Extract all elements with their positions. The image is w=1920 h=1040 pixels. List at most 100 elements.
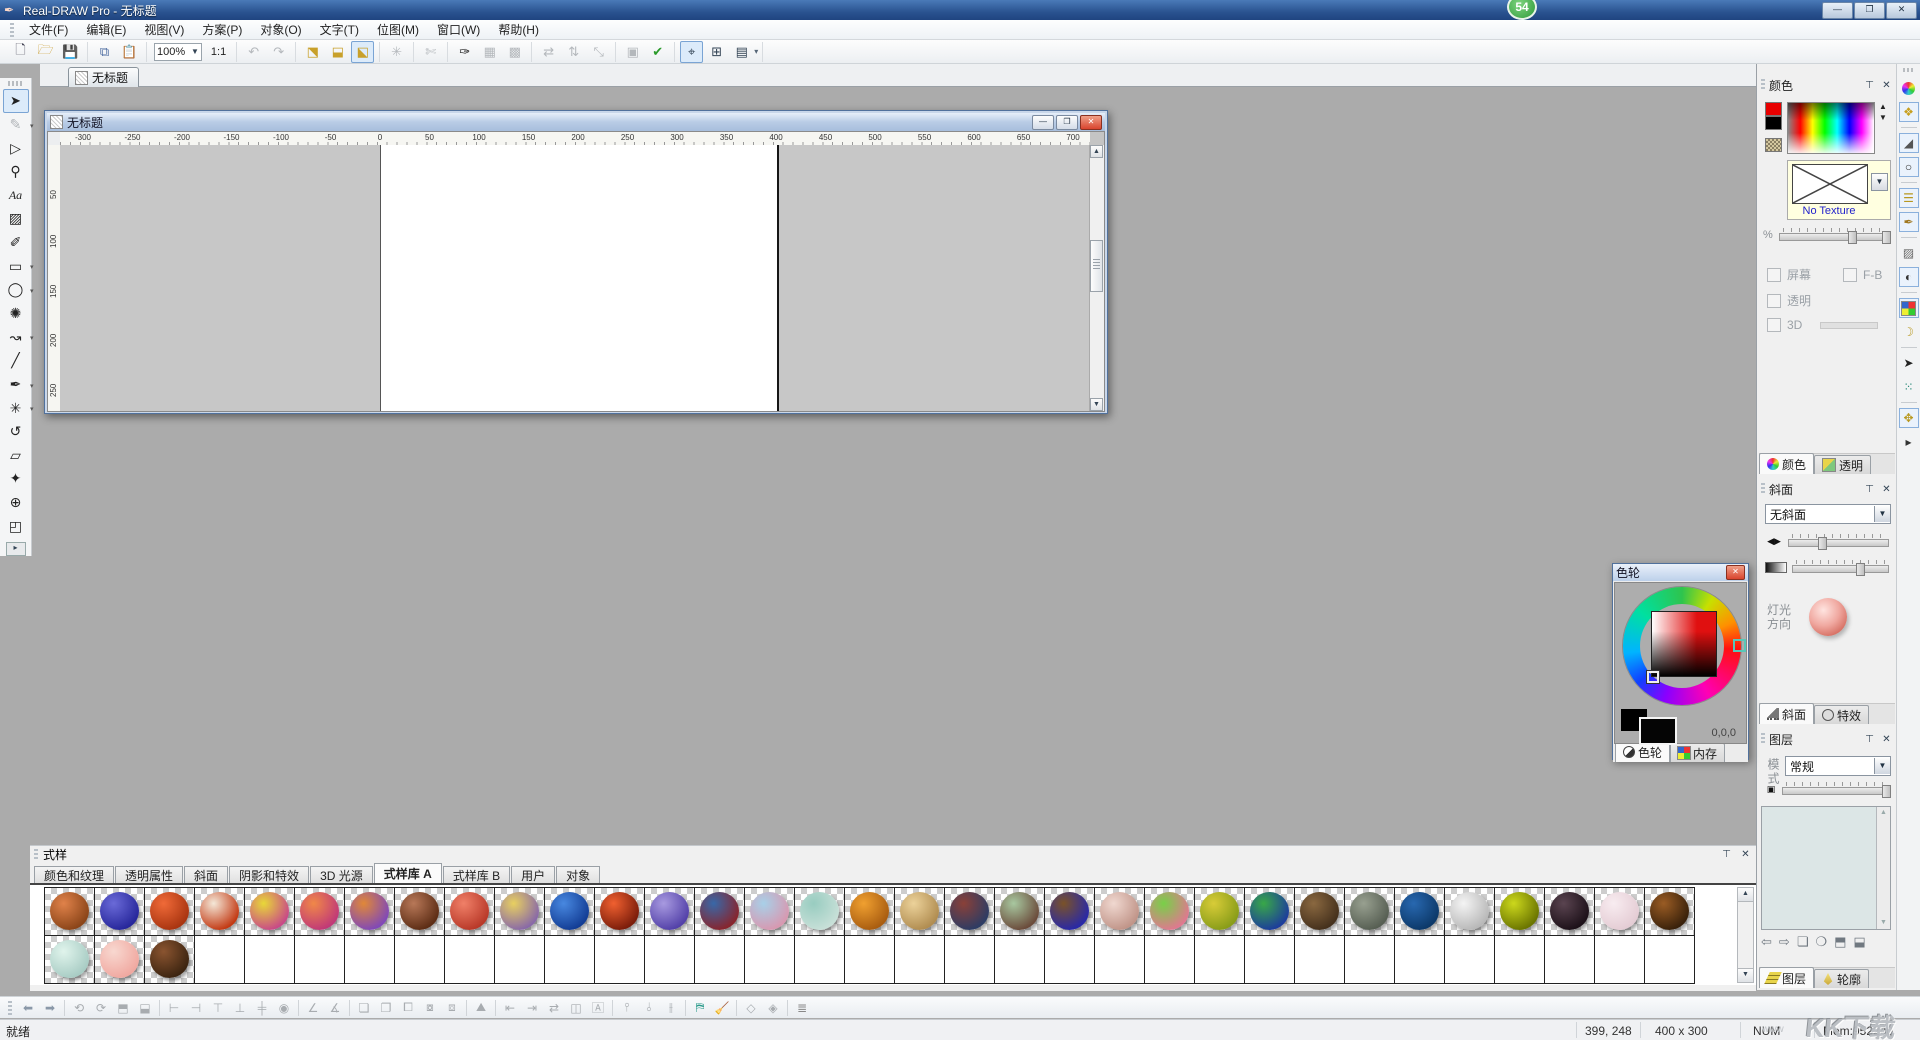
empty-swatch-cell[interactable] (1495, 936, 1545, 984)
style-swatch-r1-c30[interactable] (1495, 888, 1545, 936)
page-edit-button[interactable]: ⬕ (351, 41, 374, 63)
style-tab-8[interactable]: 用户 (511, 866, 555, 883)
paste-button[interactable]: 📋 (118, 41, 141, 63)
doc-close-button[interactable]: ✕ (1080, 115, 1102, 130)
collapse-strip-icon[interactable]: ▸ (1899, 432, 1919, 452)
panel-grip[interactable] (1761, 79, 1765, 91)
style-swatch-r1-c24[interactable] (1195, 888, 1245, 936)
new-document-button[interactable]: 🗋 (9, 41, 32, 63)
empty-swatch-cell[interactable] (1245, 936, 1295, 984)
effects-panel-icon[interactable]: ○ (1899, 157, 1919, 177)
menu-文件F[interactable]: 文件(F) (20, 19, 77, 40)
magic-tool[interactable]: ✦ (3, 467, 29, 491)
menu-文字T[interactable]: 文字(T) (311, 19, 368, 40)
weld-button[interactable]: ⛰ (471, 999, 491, 1017)
empty-swatch-cell[interactable] (1345, 936, 1395, 984)
texture-swatch[interactable] (1765, 138, 1782, 152)
empty-swatch-cell[interactable] (695, 936, 745, 984)
panel-grip[interactable] (34, 849, 38, 861)
grid-options-dropdown[interactable]: ▾ (754, 47, 758, 56)
back-one-button[interactable]: ⧇ (420, 999, 440, 1017)
style-tab-6[interactable]: 式样库 A (374, 863, 442, 883)
style-tab-9[interactable]: 对象 (556, 866, 600, 883)
empty-swatch-cell[interactable] (445, 936, 495, 984)
to-front-button[interactable]: ❏ (354, 999, 374, 1017)
page-color-button[interactable]: ⬓ (326, 41, 349, 63)
empty-swatch-cell[interactable] (795, 936, 845, 984)
empty-swatch-cell[interactable] (945, 936, 995, 984)
empty-swatch-cell[interactable] (1595, 936, 1645, 984)
style-swatch-r1-c14[interactable] (695, 888, 745, 936)
curve-tool[interactable]: ↝▾ (3, 325, 29, 349)
empty-swatch-cell[interactable] (1295, 936, 1345, 984)
style-tab-4[interactable]: 阴影和特效 (229, 866, 309, 883)
menu-位图M[interactable]: 位图(M) (368, 19, 428, 40)
align-top-button[interactable]: ⊤ (208, 999, 228, 1017)
style-swatch-r1-c19[interactable] (945, 888, 995, 936)
maximize-button[interactable]: ❐ (1854, 2, 1885, 19)
pointer-icon[interactable]: ➤ (1899, 353, 1919, 373)
style-swatch-r2-c2[interactable] (95, 936, 145, 984)
actual-size-button[interactable]: 1:1 (211, 46, 226, 58)
color-wheel-titlebar[interactable]: 色轮 ✕ (1613, 564, 1748, 581)
bevel-panel-icon[interactable]: ◢ (1899, 133, 1919, 153)
redo-button[interactable]: ↷ (267, 41, 290, 63)
style-swatch-r1-c12[interactable] (595, 888, 645, 936)
style-swatch-r1-c1[interactable] (45, 888, 95, 936)
transparent-checkbox[interactable] (1767, 294, 1781, 308)
style-swatch-r2-c3[interactable] (145, 936, 195, 984)
detach-path-button[interactable]: ⫰ (639, 999, 659, 1017)
to-front-button[interactable]: ❏ (1797, 934, 1809, 950)
empty-swatch-cell[interactable] (1195, 936, 1245, 984)
bevel-preset-dropdown[interactable]: 无斜面 ▼ (1765, 504, 1891, 524)
empty-swatch-cell[interactable] (995, 936, 1045, 984)
minimize-button[interactable]: — (1822, 2, 1853, 19)
transform-v-button[interactable]: ⇅ (562, 41, 585, 63)
style-swatch-r1-c17[interactable] (845, 888, 895, 936)
save-file-button[interactable]: 💾 (59, 41, 82, 63)
styles-scrollbar[interactable]: ▲ ▼ (1737, 887, 1754, 983)
empty-swatch-cell[interactable] (895, 936, 945, 984)
forward-one-button[interactable]: ⧠ (398, 999, 418, 1017)
style-swatch-r1-c27[interactable] (1345, 888, 1395, 936)
style-swatch-r1-c2[interactable] (95, 888, 145, 936)
image-tool[interactable]: ▨ (3, 207, 29, 231)
tool-palette-expand[interactable]: ▸ (6, 542, 26, 556)
rotate-ccw-button[interactable]: ⟲ (69, 999, 89, 1017)
style-tab-3[interactable]: 斜面 (184, 866, 228, 883)
saturation-value-square[interactable] (1651, 611, 1717, 677)
tab-layers[interactable]: 图层 (1759, 967, 1814, 988)
stamp-button[interactable]: ⛿ (690, 999, 710, 1017)
style-swatch-r1-c21[interactable] (1045, 888, 1095, 936)
texture-panel-icon[interactable]: ❖ (1899, 102, 1919, 122)
transform-h-button[interactable]: ⇄ (537, 41, 560, 63)
rectangle-tool-flyout[interactable]: ▾ (30, 263, 34, 271)
texture-dropdown-button[interactable]: ▼ (1871, 173, 1888, 191)
pin-icon[interactable]: ⊤ (1863, 733, 1876, 746)
page-setup-button[interactable]: ⬔ (301, 41, 324, 63)
outline-text-button[interactable]: 🄰 (588, 999, 608, 1017)
nav-forward-button[interactable]: ➡ (40, 999, 60, 1017)
style-swatch-r1-c9[interactable] (445, 888, 495, 936)
rotate-cw-button[interactable]: ⟳ (91, 999, 111, 1017)
bevel-width-slider[interactable] (1788, 534, 1889, 548)
menu-窗口W[interactable]: 窗口(W) (428, 19, 489, 40)
empty-swatch-cell[interactable] (1545, 936, 1595, 984)
style-tab-7[interactable]: 式样库 B (443, 866, 510, 883)
ellipse-tool[interactable]: ◯▾ (3, 278, 29, 302)
empty-swatch-cell[interactable] (545, 936, 595, 984)
grid-options-button[interactable]: ▤ (730, 41, 753, 63)
combine-button[interactable]: ⫲ (661, 999, 681, 1017)
scroll-down-arrow[interactable]: ▼ (1877, 917, 1890, 929)
close-icon[interactable]: ✕ (1880, 79, 1893, 92)
snap-grid-button[interactable]: ⊞ (705, 41, 728, 63)
style-swatch-r1-c22[interactable] (1095, 888, 1145, 936)
copy-button[interactable]: ⧉ (93, 41, 116, 63)
pen-tool-flyout[interactable]: ▾ (30, 382, 34, 390)
menu-方案P[interactable]: 方案(P) (193, 19, 251, 40)
open-file-button[interactable]: 🗁 (34, 41, 57, 63)
empty-swatch-cell[interactable] (495, 936, 545, 984)
style-swatch-r1-c31[interactable] (1545, 888, 1595, 936)
forward-one-button[interactable]: ⬒ (1834, 934, 1846, 950)
empty-swatch-cell[interactable] (1645, 936, 1695, 984)
